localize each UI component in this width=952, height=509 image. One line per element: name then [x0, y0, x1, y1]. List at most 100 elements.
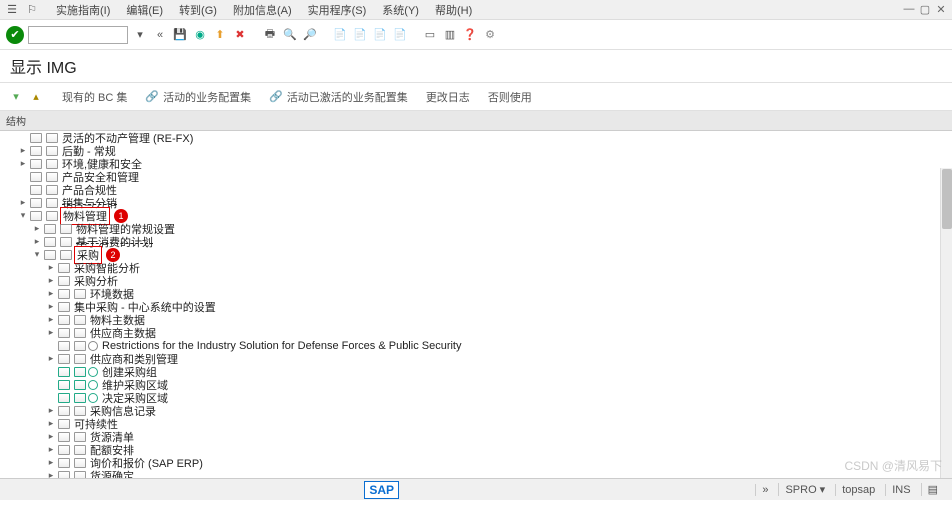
find-icon[interactable]: 🔍 — [282, 27, 298, 43]
doc-icon[interactable] — [58, 367, 70, 377]
expander-icon[interactable]: ▸ — [18, 197, 28, 208]
expander-icon[interactable]: ▸ — [46, 457, 56, 468]
command-field[interactable] — [28, 26, 128, 44]
menu-item[interactable]: 实用程序(S) — [300, 2, 375, 18]
expander-icon[interactable]: ▸ — [32, 223, 42, 234]
doc-icon[interactable] — [60, 237, 72, 247]
menu-icon[interactable]: ☰ — [4, 2, 20, 18]
doc-icon[interactable] — [46, 211, 58, 221]
back-icon[interactable]: ⬆ — [212, 27, 228, 43]
bc-set-link[interactable]: 现有的 BC 集 — [62, 89, 127, 105]
expander-icon[interactable]: ▸ — [46, 444, 56, 455]
settings-icon[interactable]: ⚙ — [482, 27, 498, 43]
doc-icon[interactable] — [74, 432, 86, 442]
doc-icon[interactable] — [46, 172, 58, 182]
doc-icon[interactable] — [58, 458, 70, 468]
doc-icon[interactable] — [74, 328, 86, 338]
circle-icon[interactable]: ◉ — [192, 27, 208, 43]
tree-row[interactable]: 产品安全和管理 — [0, 170, 952, 183]
scrollbar[interactable] — [940, 168, 952, 478]
tree-row[interactable]: ▸销售与分销 — [0, 196, 952, 209]
help-icon[interactable]: ❓ — [462, 27, 478, 43]
doc-icon[interactable] — [58, 393, 70, 403]
tree-row[interactable]: 产品合规性 — [0, 183, 952, 196]
tree-row[interactable]: ▸采购智能分析 — [0, 261, 952, 274]
expander-icon[interactable]: ▸ — [32, 236, 42, 247]
save-icon[interactable]: 💾 — [172, 27, 188, 43]
doc-icon[interactable] — [58, 315, 70, 325]
doc-icon[interactable] — [46, 133, 58, 143]
doc-icon[interactable] — [58, 406, 70, 416]
doc-icon[interactable] — [44, 250, 56, 260]
doc-icon[interactable] — [74, 445, 86, 455]
doc-icon[interactable] — [30, 159, 42, 169]
status-expand[interactable]: » — [755, 484, 774, 496]
doc-icon[interactable] — [30, 185, 42, 195]
expander-icon[interactable]: ▾ — [18, 210, 28, 221]
menu-item[interactable]: 转到(G) — [171, 2, 225, 18]
doc-icon[interactable] — [44, 224, 56, 234]
doc-icon[interactable] — [58, 263, 70, 273]
tree-row[interactable]: ▸询价和报价 (SAP ERP) — [0, 456, 952, 469]
expander-icon[interactable]: ▸ — [46, 353, 56, 364]
dropdown-icon[interactable]: ▾ — [132, 27, 148, 43]
expander-icon[interactable]: ▸ — [46, 327, 56, 338]
expander-icon[interactable]: ▸ — [46, 314, 56, 325]
doc-icon[interactable] — [74, 380, 86, 390]
close-icon[interactable]: ✕ — [934, 3, 948, 16]
doc-icon[interactable] — [74, 458, 86, 468]
expander-icon[interactable]: ▸ — [46, 301, 56, 312]
active-config-link[interactable]: 活动的业务配置集 — [163, 89, 251, 105]
tree-row[interactable]: ▸后勤 - 常规 — [0, 144, 952, 157]
tree-row[interactable]: ▸环境,健康和安全 — [0, 157, 952, 170]
expand-icon[interactable]: ▾ — [8, 89, 24, 105]
activity-icon[interactable] — [88, 341, 98, 351]
tree-row[interactable]: ▸可持续性 — [0, 417, 952, 430]
expander-icon[interactable]: ▸ — [46, 405, 56, 416]
enter-icon[interactable]: ✔ — [6, 26, 24, 44]
doc-icon[interactable] — [58, 354, 70, 364]
doc-icon[interactable] — [46, 146, 58, 156]
doc-icon[interactable] — [44, 237, 56, 247]
status-more-icon[interactable]: ▤ — [921, 483, 944, 496]
page2-icon[interactable]: 📄 — [372, 27, 388, 43]
tree-row[interactable]: ▸供应商主数据 — [0, 326, 952, 339]
minimize-icon[interactable]: — — [902, 3, 916, 16]
menu-item[interactable]: 帮助(H) — [427, 2, 480, 18]
doc-icon[interactable] — [30, 172, 42, 182]
bookmark-icon[interactable]: ⚐ — [24, 2, 40, 18]
doc-icon[interactable] — [30, 146, 42, 156]
activity-icon[interactable] — [88, 393, 98, 403]
status-tcode[interactable]: SPRO ▾ — [778, 483, 831, 496]
expander-icon[interactable]: ▸ — [18, 158, 28, 169]
doc-icon[interactable] — [58, 289, 70, 299]
doc-icon[interactable] — [74, 289, 86, 299]
doc-icon[interactable] — [74, 354, 86, 364]
tree-row[interactable]: ▸货源清单 — [0, 430, 952, 443]
menu-item[interactable]: 系统(Y) — [374, 2, 427, 18]
tree-row[interactable]: 灵活的不动产管理 (RE-FX) — [0, 131, 952, 144]
screen-icon[interactable]: ▭ — [422, 27, 438, 43]
layout-icon[interactable]: ▥ — [442, 27, 458, 43]
doc-icon[interactable] — [58, 328, 70, 338]
expander-icon[interactable]: ▸ — [18, 145, 28, 156]
activity-icon[interactable] — [88, 367, 98, 377]
doc-icon[interactable] — [30, 198, 42, 208]
doc-icon[interactable] — [58, 432, 70, 442]
doc-icon[interactable] — [58, 341, 70, 351]
doc-icon[interactable] — [74, 406, 86, 416]
change-log-link[interactable]: 更改日志 — [426, 89, 470, 105]
doc-icon[interactable] — [74, 315, 86, 325]
doc-icon[interactable] — [30, 133, 42, 143]
doc-icon[interactable] — [74, 367, 86, 377]
other-use-link[interactable]: 否则使用 — [488, 89, 532, 105]
activity-icon[interactable] — [88, 380, 98, 390]
expander-icon[interactable]: ▸ — [46, 288, 56, 299]
doc-icon[interactable] — [60, 224, 72, 234]
prev-icon[interactable]: « — [152, 27, 168, 43]
doc-icon[interactable] — [46, 198, 58, 208]
menu-item[interactable]: 实施指南(I) — [48, 2, 118, 18]
doc-icon[interactable] — [74, 341, 86, 351]
expander-icon[interactable]: ▾ — [32, 249, 42, 260]
tree-row[interactable]: ▸基于消费的计划 — [0, 235, 952, 248]
